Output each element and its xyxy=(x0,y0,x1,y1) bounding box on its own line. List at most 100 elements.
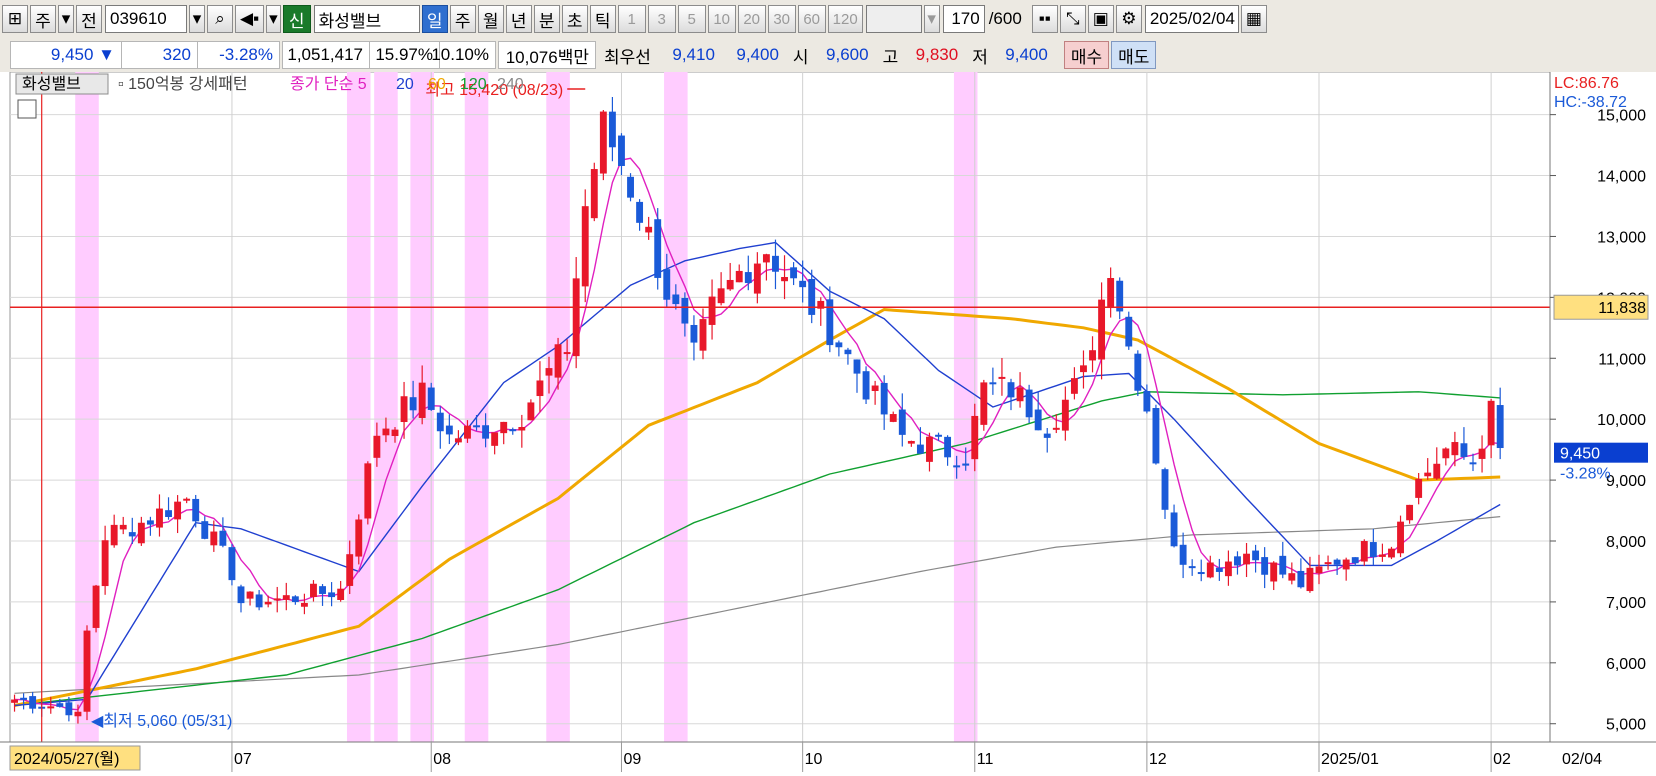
y-tick-label-5: 10,000 xyxy=(1597,412,1646,429)
candle-body-6 xyxy=(65,702,73,716)
line-tool-icon[interactable]: ⤡ xyxy=(1059,5,1086,33)
count-input[interactable]: 170 xyxy=(942,5,985,33)
best-bid: 9,400 xyxy=(736,45,779,64)
candle-body-142 xyxy=(1297,570,1305,588)
candle-body-21 xyxy=(201,521,209,539)
period-second-button[interactable]: 초 xyxy=(561,5,588,33)
candle-body-100 xyxy=(916,444,924,454)
stock-name-field[interactable]: 화성밸브 xyxy=(313,5,420,33)
date-input[interactable]: 2025/02/04 xyxy=(1144,5,1239,33)
minute-step-3[interactable]: 3 xyxy=(647,5,676,33)
speaker-dropdown-icon[interactable]: ▾ xyxy=(266,5,281,33)
calendar-icon[interactable]: ▦ xyxy=(1240,5,1267,33)
low-price: 9,400 xyxy=(1005,45,1048,64)
candle-body-63 xyxy=(581,206,589,287)
candle-body-85 xyxy=(781,277,788,282)
candle-body-92 xyxy=(844,349,852,355)
candle-body-41 xyxy=(382,428,390,436)
prev-button[interactable]: 전 xyxy=(76,5,102,33)
candle-body-48 xyxy=(445,425,453,435)
candle-body-52 xyxy=(482,425,490,439)
stock-code-input[interactable]: 039610 xyxy=(105,5,187,33)
period-day-button[interactable]: 일 xyxy=(421,5,448,33)
period-week-button[interactable]: 주 xyxy=(30,5,56,33)
candle-body-93 xyxy=(853,359,861,374)
minute-step-20[interactable]: 20 xyxy=(737,5,766,33)
period-month-button[interactable]: 월 xyxy=(477,5,504,33)
candle-body-110 xyxy=(1007,382,1015,398)
candle-body-81 xyxy=(744,272,752,284)
high-price: 9,830 xyxy=(915,45,959,64)
candle-body-157 xyxy=(1433,463,1441,479)
candle-body-112 xyxy=(1025,389,1033,418)
period-tick-button[interactable]: 틱 xyxy=(589,5,616,33)
candle-body-62 xyxy=(572,278,580,357)
save-icon[interactable]: ▣ xyxy=(1087,5,1114,33)
candle-body-34 xyxy=(319,586,326,594)
candle-body-133 xyxy=(1215,567,1223,572)
minute-step-60[interactable]: 60 xyxy=(797,5,826,33)
candle-body-14 xyxy=(137,522,145,544)
candle-body-144 xyxy=(1315,566,1323,574)
candle-body-103 xyxy=(944,436,952,458)
x-label-2: 08 xyxy=(433,751,451,768)
speaker-icon[interactable]: ◀▪ xyxy=(235,5,265,33)
candle-body-125 xyxy=(1143,390,1151,412)
candle-body-29 xyxy=(273,598,281,601)
hc-label: HC:-38.72 xyxy=(1554,94,1627,111)
candle-body-102 xyxy=(935,434,942,437)
minute-step-30[interactable]: 30 xyxy=(767,5,796,33)
last-price-label: 9,450 xyxy=(1560,446,1600,463)
candle-body-143 xyxy=(1306,567,1314,592)
percent-1: 15.97% xyxy=(370,41,440,69)
minute-step-10[interactable]: 10 xyxy=(707,5,736,33)
open-label: 시 xyxy=(792,47,809,67)
candle-body-151 xyxy=(1378,554,1386,557)
candle-body-2 xyxy=(29,696,37,709)
search-icon[interactable]: ⌕ xyxy=(207,5,233,33)
interval-select[interactable] xyxy=(865,5,922,33)
candle-body-50 xyxy=(464,425,471,439)
x-label-8: 02 xyxy=(1493,751,1511,768)
dropdown-icon[interactable]: ▾ xyxy=(58,5,74,33)
period-minute-button[interactable]: 분 xyxy=(533,5,560,33)
x-label-1: 07 xyxy=(234,751,252,768)
pattern-highlight-7 xyxy=(953,72,978,742)
candle-body-79 xyxy=(726,279,734,290)
buy-button[interactable]: 매수 xyxy=(1063,41,1110,69)
pattern-highlight-2 xyxy=(374,72,398,742)
price-chart[interactable]: 최고 15,420 (08/23) ◀최저 5,060 (05/31) 화성밸브 ▫ … xyxy=(0,72,1656,776)
pattern-highlight-6 xyxy=(664,72,688,742)
table-icon xyxy=(17,99,37,119)
candle-body-55 xyxy=(509,429,517,432)
candle-body-13 xyxy=(128,532,136,537)
period-year-button[interactable]: 년 xyxy=(505,5,532,33)
sell-button[interactable]: 매도 xyxy=(1111,41,1157,69)
candle-body-90 xyxy=(826,299,834,346)
candle-body-11 xyxy=(110,524,118,546)
candle-body-118 xyxy=(1080,365,1087,373)
candle-body-65 xyxy=(599,111,607,174)
legend-ma5: 종가 단순 5 xyxy=(290,75,367,93)
chart-settings-icon[interactable]: ⊞ xyxy=(2,5,28,33)
candle-body-61 xyxy=(563,352,571,355)
interval-dropdown-icon[interactable]: ▾ xyxy=(923,5,940,33)
code-dropdown-icon[interactable]: ▾ xyxy=(189,5,205,33)
minute-step-120[interactable]: 120 xyxy=(827,5,863,33)
candle-body-156 xyxy=(1424,472,1432,477)
candle-body-141 xyxy=(1288,573,1296,581)
minute-step-1[interactable]: 1 xyxy=(617,5,646,33)
candle-body-127 xyxy=(1161,469,1169,510)
gear-icon[interactable]: ⚙ xyxy=(1115,5,1142,33)
period-week2-button[interactable]: 주 xyxy=(449,5,476,33)
candle-body-104 xyxy=(953,465,961,468)
candle-body-47 xyxy=(436,412,444,432)
minute-step-5[interactable]: 5 xyxy=(677,5,706,33)
candle-body-124 xyxy=(1134,353,1142,391)
candle-type-icon[interactable]: ▪▪ xyxy=(1031,5,1058,33)
candle-body-60 xyxy=(554,344,562,378)
count-total: /600 xyxy=(988,9,1022,28)
pattern-highlight-1 xyxy=(346,72,371,742)
candle-body-18 xyxy=(174,501,182,520)
candle-body-117 xyxy=(1070,378,1078,394)
